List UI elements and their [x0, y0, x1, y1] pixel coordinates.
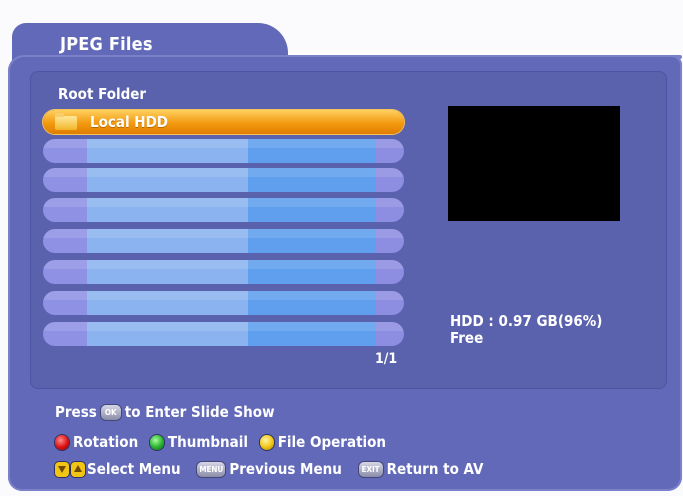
- green-button-icon: [149, 435, 164, 450]
- file-list-item-local-hdd[interactable]: Local HDD: [43, 110, 404, 134]
- help-navigation: Select Menu MENU Previous Menu EXIT Return…: [55, 460, 483, 478]
- thumbnail-label: Thumbnail: [167, 433, 248, 451]
- folder-icon: [55, 113, 77, 130]
- rotation-label: Rotation: [73, 433, 139, 451]
- file-list-item[interactable]: [43, 198, 404, 222]
- previous-menu-label: Previous Menu: [229, 460, 342, 478]
- file-list-item[interactable]: [43, 229, 404, 253]
- hdd-status: HDD : 0.97 GB(96%) Free: [450, 313, 602, 347]
- arrow-up-icon: [71, 462, 85, 477]
- file-list-item[interactable]: [43, 291, 404, 315]
- ok-button-icon: OK: [100, 405, 121, 420]
- file-list-item[interactable]: [43, 168, 404, 192]
- image-preview: [448, 106, 620, 221]
- file-list-item[interactable]: [43, 322, 404, 346]
- file-list-item[interactable]: [43, 139, 404, 163]
- page-indicator: 1/1: [375, 351, 398, 367]
- screen: JPEG Files Root Folder Local HDD 1/1 HDD…: [0, 0, 683, 496]
- hdd-free-label: Free: [450, 329, 484, 347]
- help-press-text: Press: [55, 403, 97, 421]
- file-list-item-label: Local HDD: [90, 113, 168, 131]
- file-operation-label: File Operation: [277, 433, 387, 451]
- current-folder-label: Root Folder: [58, 85, 147, 103]
- hdd-usage: HDD : 0.97 GB(96%): [450, 312, 603, 330]
- page-title: JPEG Files: [60, 34, 153, 55]
- yellow-button-icon: [259, 435, 274, 450]
- help-enter-slide-text: to Enter Slide Show: [124, 403, 275, 421]
- select-menu-label: Select Menu: [87, 460, 181, 478]
- red-button-icon: [55, 435, 69, 450]
- help-slide-show: Press OK to Enter Slide Show: [55, 403, 275, 421]
- file-list-item[interactable]: [43, 260, 404, 284]
- arrow-down-icon: [55, 462, 69, 477]
- help-color-keys: Rotation Thumbnail File Operation: [55, 433, 386, 451]
- return-av-label: Return to AV: [386, 460, 484, 478]
- exit-button-icon: EXIT: [358, 462, 383, 477]
- menu-button-icon: MENU: [197, 462, 226, 477]
